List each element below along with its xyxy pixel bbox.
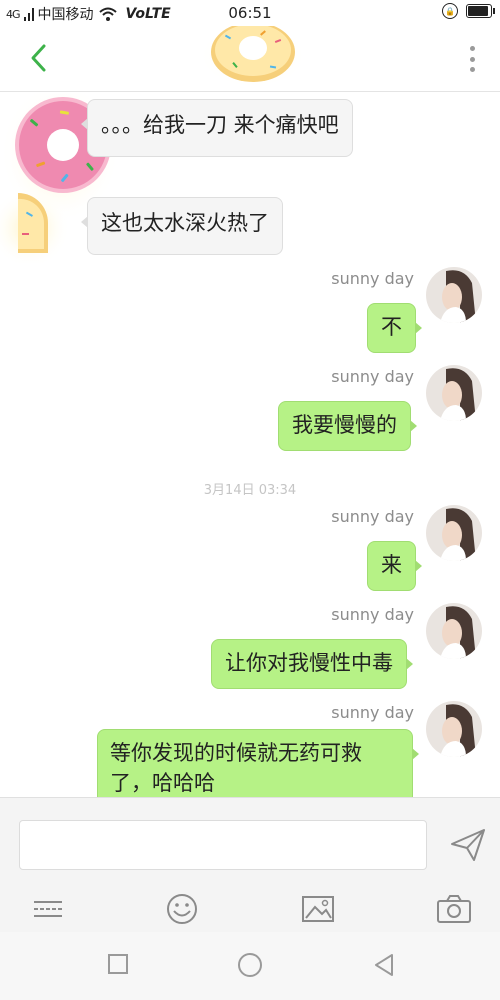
sender-name: sunny day <box>331 703 414 722</box>
status-right: 🔒 <box>442 3 495 19</box>
rotation-lock-icon: 🔒 <box>442 3 458 19</box>
my-avatar[interactable] <box>426 701 482 757</box>
message-bubble-outgoing[interactable]: 来 <box>367 541 422 591</box>
sender-name: sunny day <box>331 507 414 526</box>
message-bubble-outgoing[interactable]: 不 <box>367 303 422 353</box>
user-photo-icon <box>426 267 482 323</box>
back-triangle-icon[interactable] <box>372 952 396 978</box>
my-avatar[interactable] <box>426 267 482 323</box>
image-icon[interactable] <box>300 892 336 926</box>
battery-fill <box>468 6 489 16</box>
sender-name: sunny day <box>331 367 414 386</box>
user-photo-icon <box>426 603 482 659</box>
my-avatar[interactable] <box>426 365 482 421</box>
chevron-left-icon[interactable] <box>24 40 54 76</box>
message-input[interactable] <box>19 820 427 870</box>
message-bubble-incoming[interactable]: 这也太水深火热了 <box>81 197 283 255</box>
status-time: 06:51 <box>228 4 272 22</box>
status-bar: 4G 中国移动 VoLTE 06:51 🔒 <box>0 0 500 26</box>
message-text: 不 <box>381 315 402 339</box>
sender-name: sunny day <box>331 605 414 624</box>
message-text: 这也太水深火热了 <box>101 211 269 235</box>
sender-name: sunny day <box>331 269 414 288</box>
user-photo-icon <box>426 365 482 421</box>
send-icon[interactable] <box>450 828 486 862</box>
system-nav-bar <box>0 932 500 1000</box>
message-bubble-outgoing[interactable]: 让你对我慢性中毒 <box>211 639 413 689</box>
keyboard-icon[interactable] <box>30 892 66 926</box>
message-bubble-outgoing[interactable]: 等你发现的时候就无药可救了，哈哈哈 <box>97 729 419 797</box>
donut-avatar-icon[interactable] <box>200 26 306 88</box>
contact-donut-avatar-icon[interactable] <box>0 193 80 263</box>
user-photo-icon <box>426 505 482 561</box>
chat-area[interactable]: 。。。给我一刀 来个痛快吧 这也太水深火热了 sunny day 不 sunny… <box>0 93 500 797</box>
home-icon[interactable] <box>236 951 264 979</box>
my-avatar[interactable] <box>426 505 482 561</box>
emoji-icon[interactable] <box>164 892 200 926</box>
more-vertical-icon[interactable] <box>466 46 478 72</box>
message-text: 来 <box>381 553 402 577</box>
message-timestamp: 3月14日 03:34 <box>203 483 297 498</box>
message-text: 我要慢慢的 <box>292 413 397 437</box>
message-text: 让你对我慢性中毒 <box>225 651 393 675</box>
recent-apps-icon[interactable] <box>106 952 130 976</box>
chat-header <box>0 26 500 92</box>
my-avatar[interactable] <box>426 603 482 659</box>
message-text: 。。。给我一刀 来个痛快吧 <box>101 113 339 137</box>
message-text: 等你发现的时候就无药可救了，哈哈哈 <box>110 741 362 795</box>
message-bubble-outgoing[interactable]: 我要慢慢的 <box>278 401 417 451</box>
composer-bar <box>0 797 500 932</box>
message-bubble-incoming[interactable]: 。。。给我一刀 来个痛快吧 <box>81 99 353 157</box>
user-photo-icon <box>426 701 482 757</box>
battery-icon <box>466 4 495 18</box>
camera-icon[interactable] <box>436 892 472 926</box>
